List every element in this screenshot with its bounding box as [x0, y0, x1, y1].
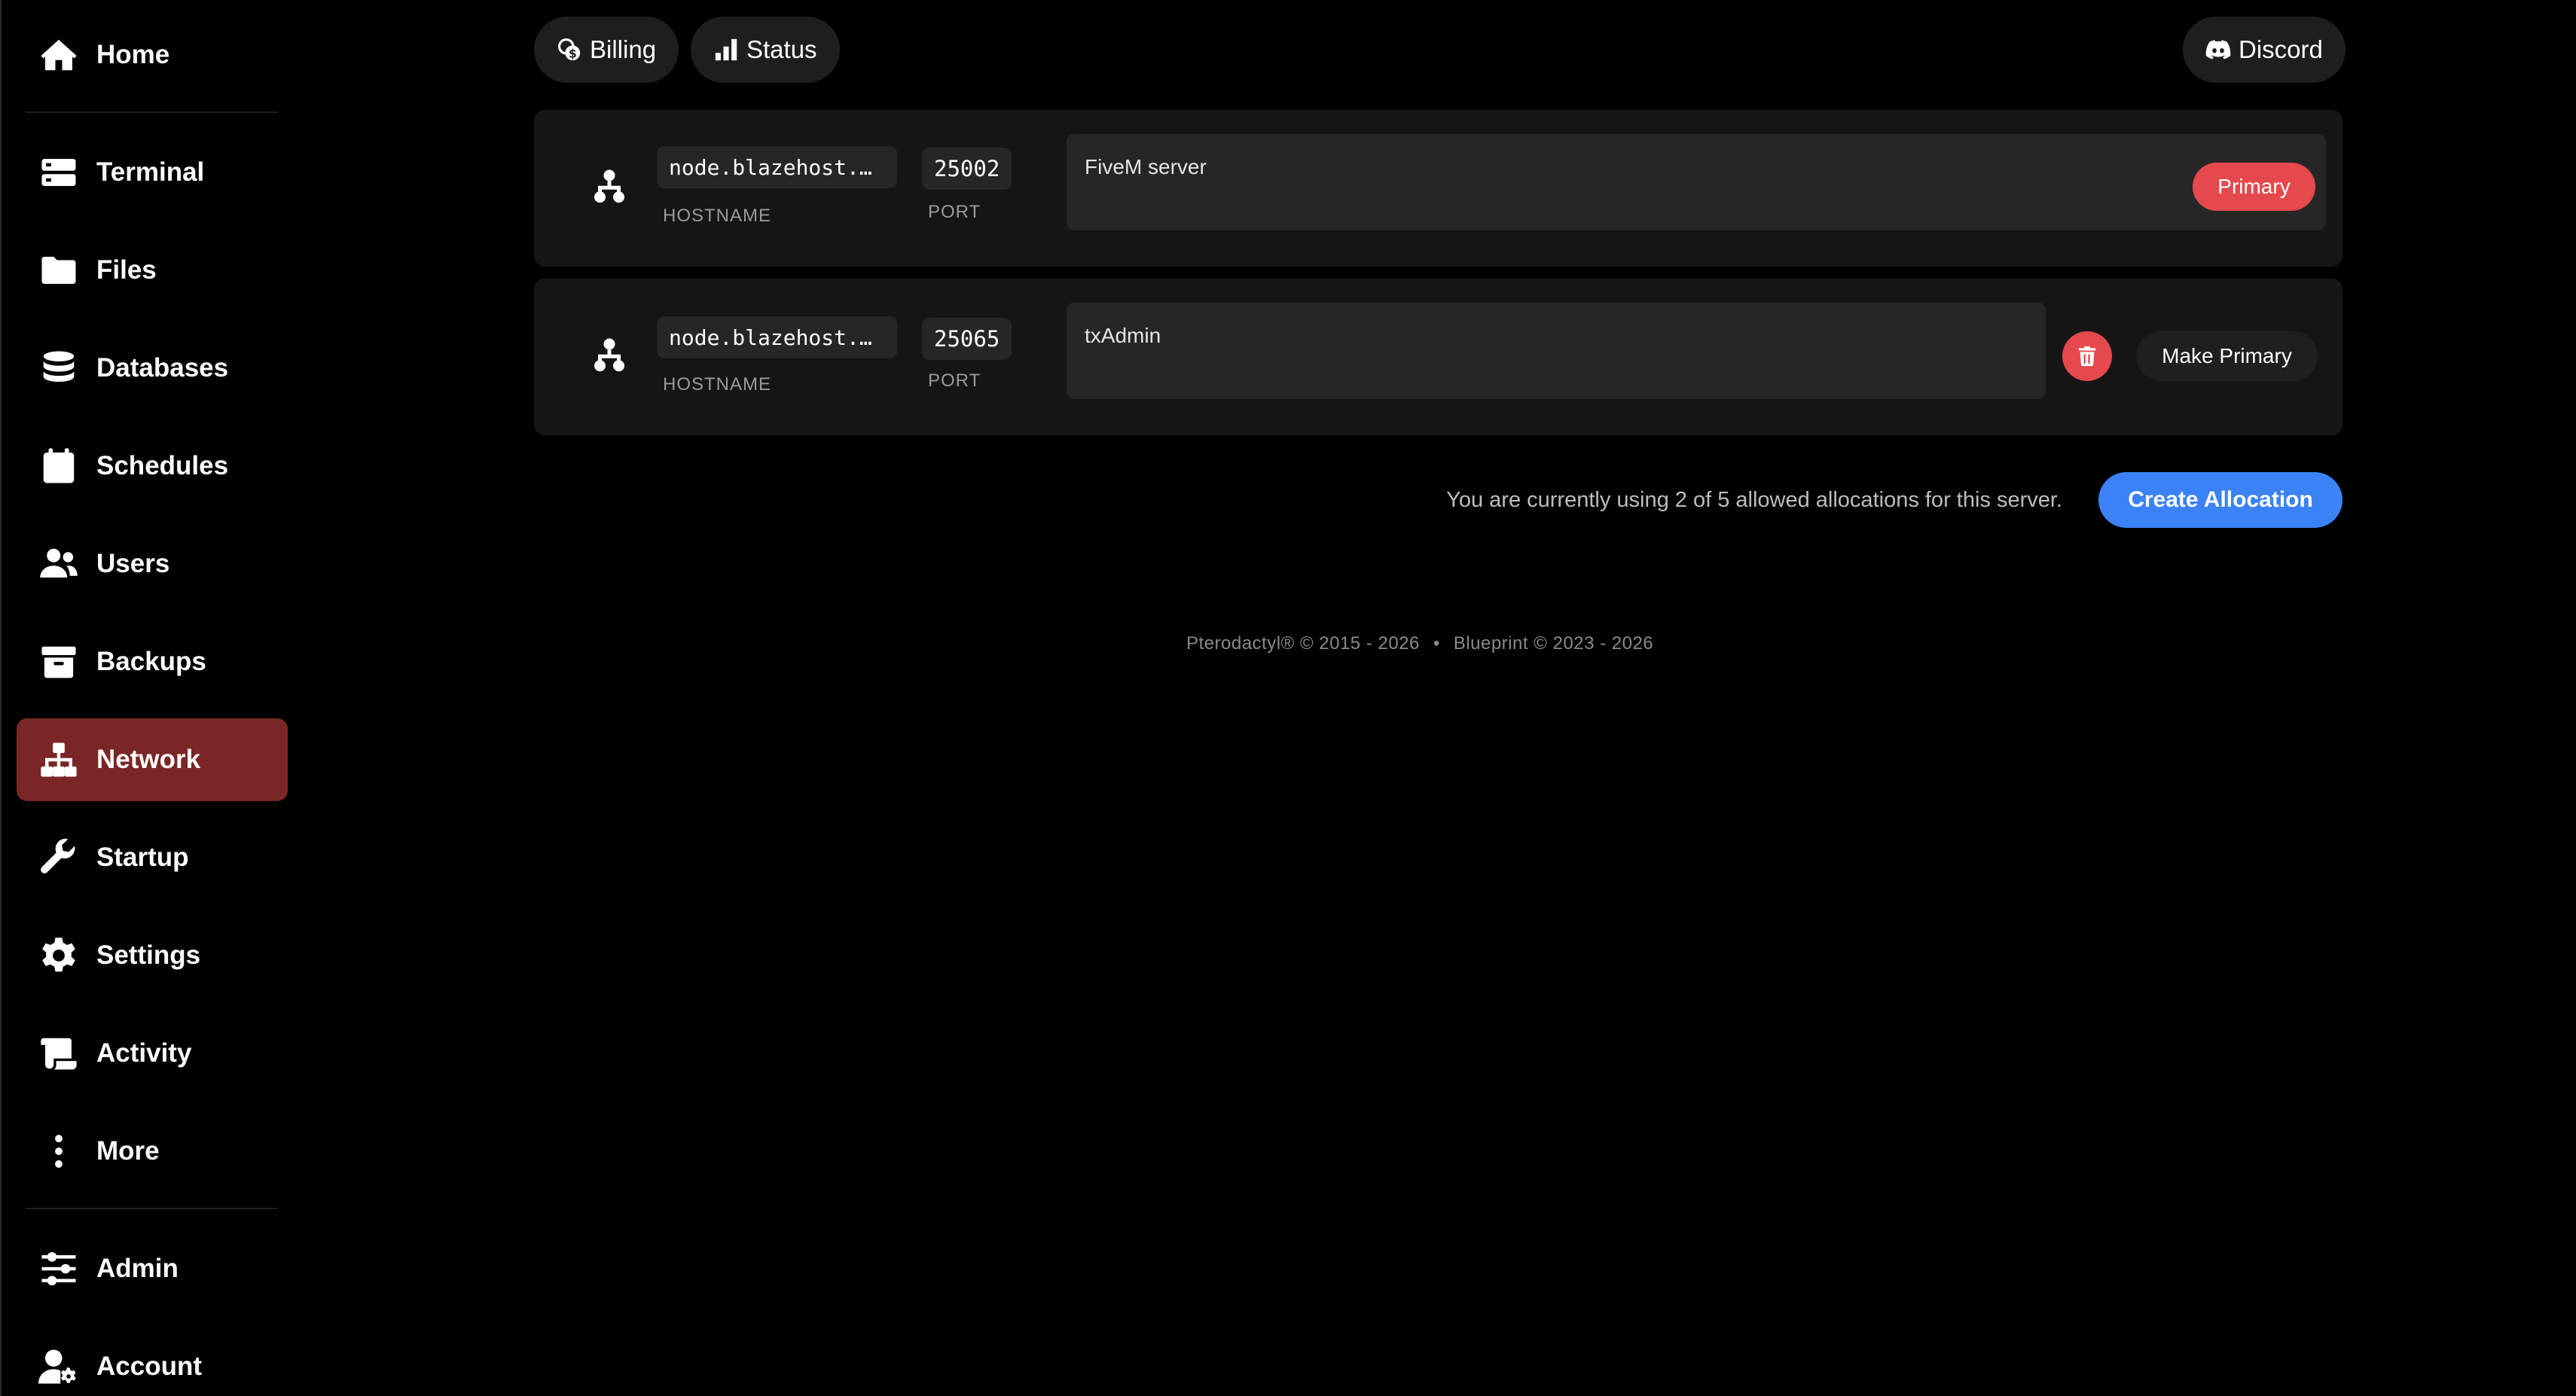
trash-icon: [2078, 346, 2096, 367]
notes-input[interactable]: FiveM server: [1067, 134, 2326, 230]
make-primary-button[interactable]: Make Primary: [2136, 331, 2318, 381]
network-icon: [38, 739, 80, 781]
sidebar-item-label: Users: [96, 549, 170, 578]
network-wired-icon: [587, 333, 632, 378]
sidebar-item-label: More: [96, 1136, 160, 1166]
sidebar-item-network[interactable]: Network: [17, 718, 288, 801]
port-label: PORT: [928, 202, 981, 222]
footer: Pterodactyl® © 2015 - 2026 • Blueprint © 2…: [1186, 633, 1653, 654]
wrench-icon: [38, 837, 80, 879]
sidebar-item-label: Databases: [96, 353, 229, 383]
billing-button[interactable]: $ Billing: [534, 17, 679, 83]
footer-separator: •: [1433, 633, 1440, 654]
sidebar-item-label: Admin: [96, 1254, 179, 1283]
port-value[interactable]: 25002: [922, 148, 1012, 190]
allocation-row: node.blazehost.… HOSTNAME 25002 PORT Fiv…: [534, 110, 2343, 267]
primary-badge: Primary: [2193, 163, 2315, 211]
users-icon: [38, 543, 80, 585]
allocation-row: node.blazehost.… HOSTNAME 25065 PORT txA…: [534, 279, 2343, 435]
user-gear-icon: [38, 1346, 80, 1388]
svg-text:$: $: [569, 47, 577, 61]
network-wired-icon: [587, 164, 632, 209]
sidebar-divider: [26, 1208, 278, 1209]
sidebar-item-files[interactable]: Files: [17, 229, 288, 312]
archive-icon: [38, 641, 80, 683]
sidebar-item-label: Startup: [96, 843, 189, 872]
folder-icon: [38, 249, 80, 291]
status-button[interactable]: Status: [691, 17, 840, 83]
sidebar-item-account[interactable]: Account: [17, 1325, 288, 1396]
pterodactyl-credit[interactable]: Pterodactyl® © 2015 - 2026: [1186, 633, 1420, 654]
create-allocation-button[interactable]: Create Allocation: [2098, 472, 2343, 528]
sidebar-item-label: Schedules: [96, 451, 229, 480]
port-label: PORT: [928, 370, 981, 391]
notes-input[interactable]: txAdmin: [1067, 303, 2046, 399]
sidebar-item-backups[interactable]: Backups: [17, 620, 288, 703]
ellipsis-vertical-icon: [38, 1130, 80, 1172]
discord-button[interactable]: Discord: [2183, 17, 2346, 83]
hostname-label: HOSTNAME: [663, 206, 772, 226]
hostname-value[interactable]: node.blazehost.…: [657, 316, 897, 358]
delete-allocation-button[interactable]: [2062, 331, 2112, 381]
database-icon: [38, 347, 80, 389]
calendar-icon: [38, 445, 80, 487]
discord-label: Discord: [2239, 35, 2323, 63]
sidebar-item-startup[interactable]: Startup: [17, 816, 288, 899]
sidebar-item-label: Files: [96, 255, 157, 285]
sidebar-item-label: Settings: [96, 940, 201, 970]
discord-icon: [2205, 40, 2231, 59]
sidebar-item-users[interactable]: Users: [17, 523, 288, 605]
port-value[interactable]: 25065: [922, 318, 1012, 360]
sidebar-item-schedules[interactable]: Schedules: [17, 425, 288, 507]
terminal-icon: [38, 151, 80, 194]
sidebar-item-label: Activity: [96, 1038, 192, 1068]
sidebar-item-databases[interactable]: Databases: [17, 327, 288, 410]
sidebar-item-settings[interactable]: Settings: [17, 914, 288, 997]
scroll-icon: [38, 1032, 80, 1074]
sidebar-item-label: Terminal: [96, 157, 205, 187]
signal-bars-icon: [715, 38, 737, 61]
sidebar-item-label: Home: [96, 40, 170, 69]
allocation-usage-text: You are currently using 2 of 5 allowed a…: [1446, 488, 2062, 512]
hostname-label: HOSTNAME: [663, 374, 772, 395]
app-root: Home Terminal Files Databases Schedules …: [0, 0, 2576, 1396]
sidebar-item-home[interactable]: Home: [17, 14, 288, 96]
sidebar: Home Terminal Files Databases Schedules …: [0, 0, 288, 1396]
sliders-icon: [38, 1248, 80, 1290]
sidebar-item-label: Network: [96, 745, 201, 774]
sidebar-item-activity[interactable]: Activity: [17, 1012, 288, 1095]
sidebar-item-more[interactable]: More: [17, 1110, 288, 1193]
sidebar-item-admin[interactable]: Admin: [17, 1227, 288, 1310]
billing-label: Billing: [590, 35, 657, 63]
sidebar-divider: [26, 111, 278, 113]
sidebar-item-label: Account: [96, 1352, 202, 1381]
hostname-value[interactable]: node.blazehost.…: [657, 146, 897, 188]
sidebar-item-terminal[interactable]: Terminal: [17, 131, 288, 214]
blueprint-credit[interactable]: Blueprint © 2023 - 2026: [1454, 633, 1653, 654]
sidebar-item-label: Backups: [96, 647, 206, 676]
status-label: Status: [746, 35, 817, 63]
coins-icon: $: [557, 38, 581, 61]
home-icon: [38, 34, 80, 76]
gear-icon: [38, 934, 80, 977]
